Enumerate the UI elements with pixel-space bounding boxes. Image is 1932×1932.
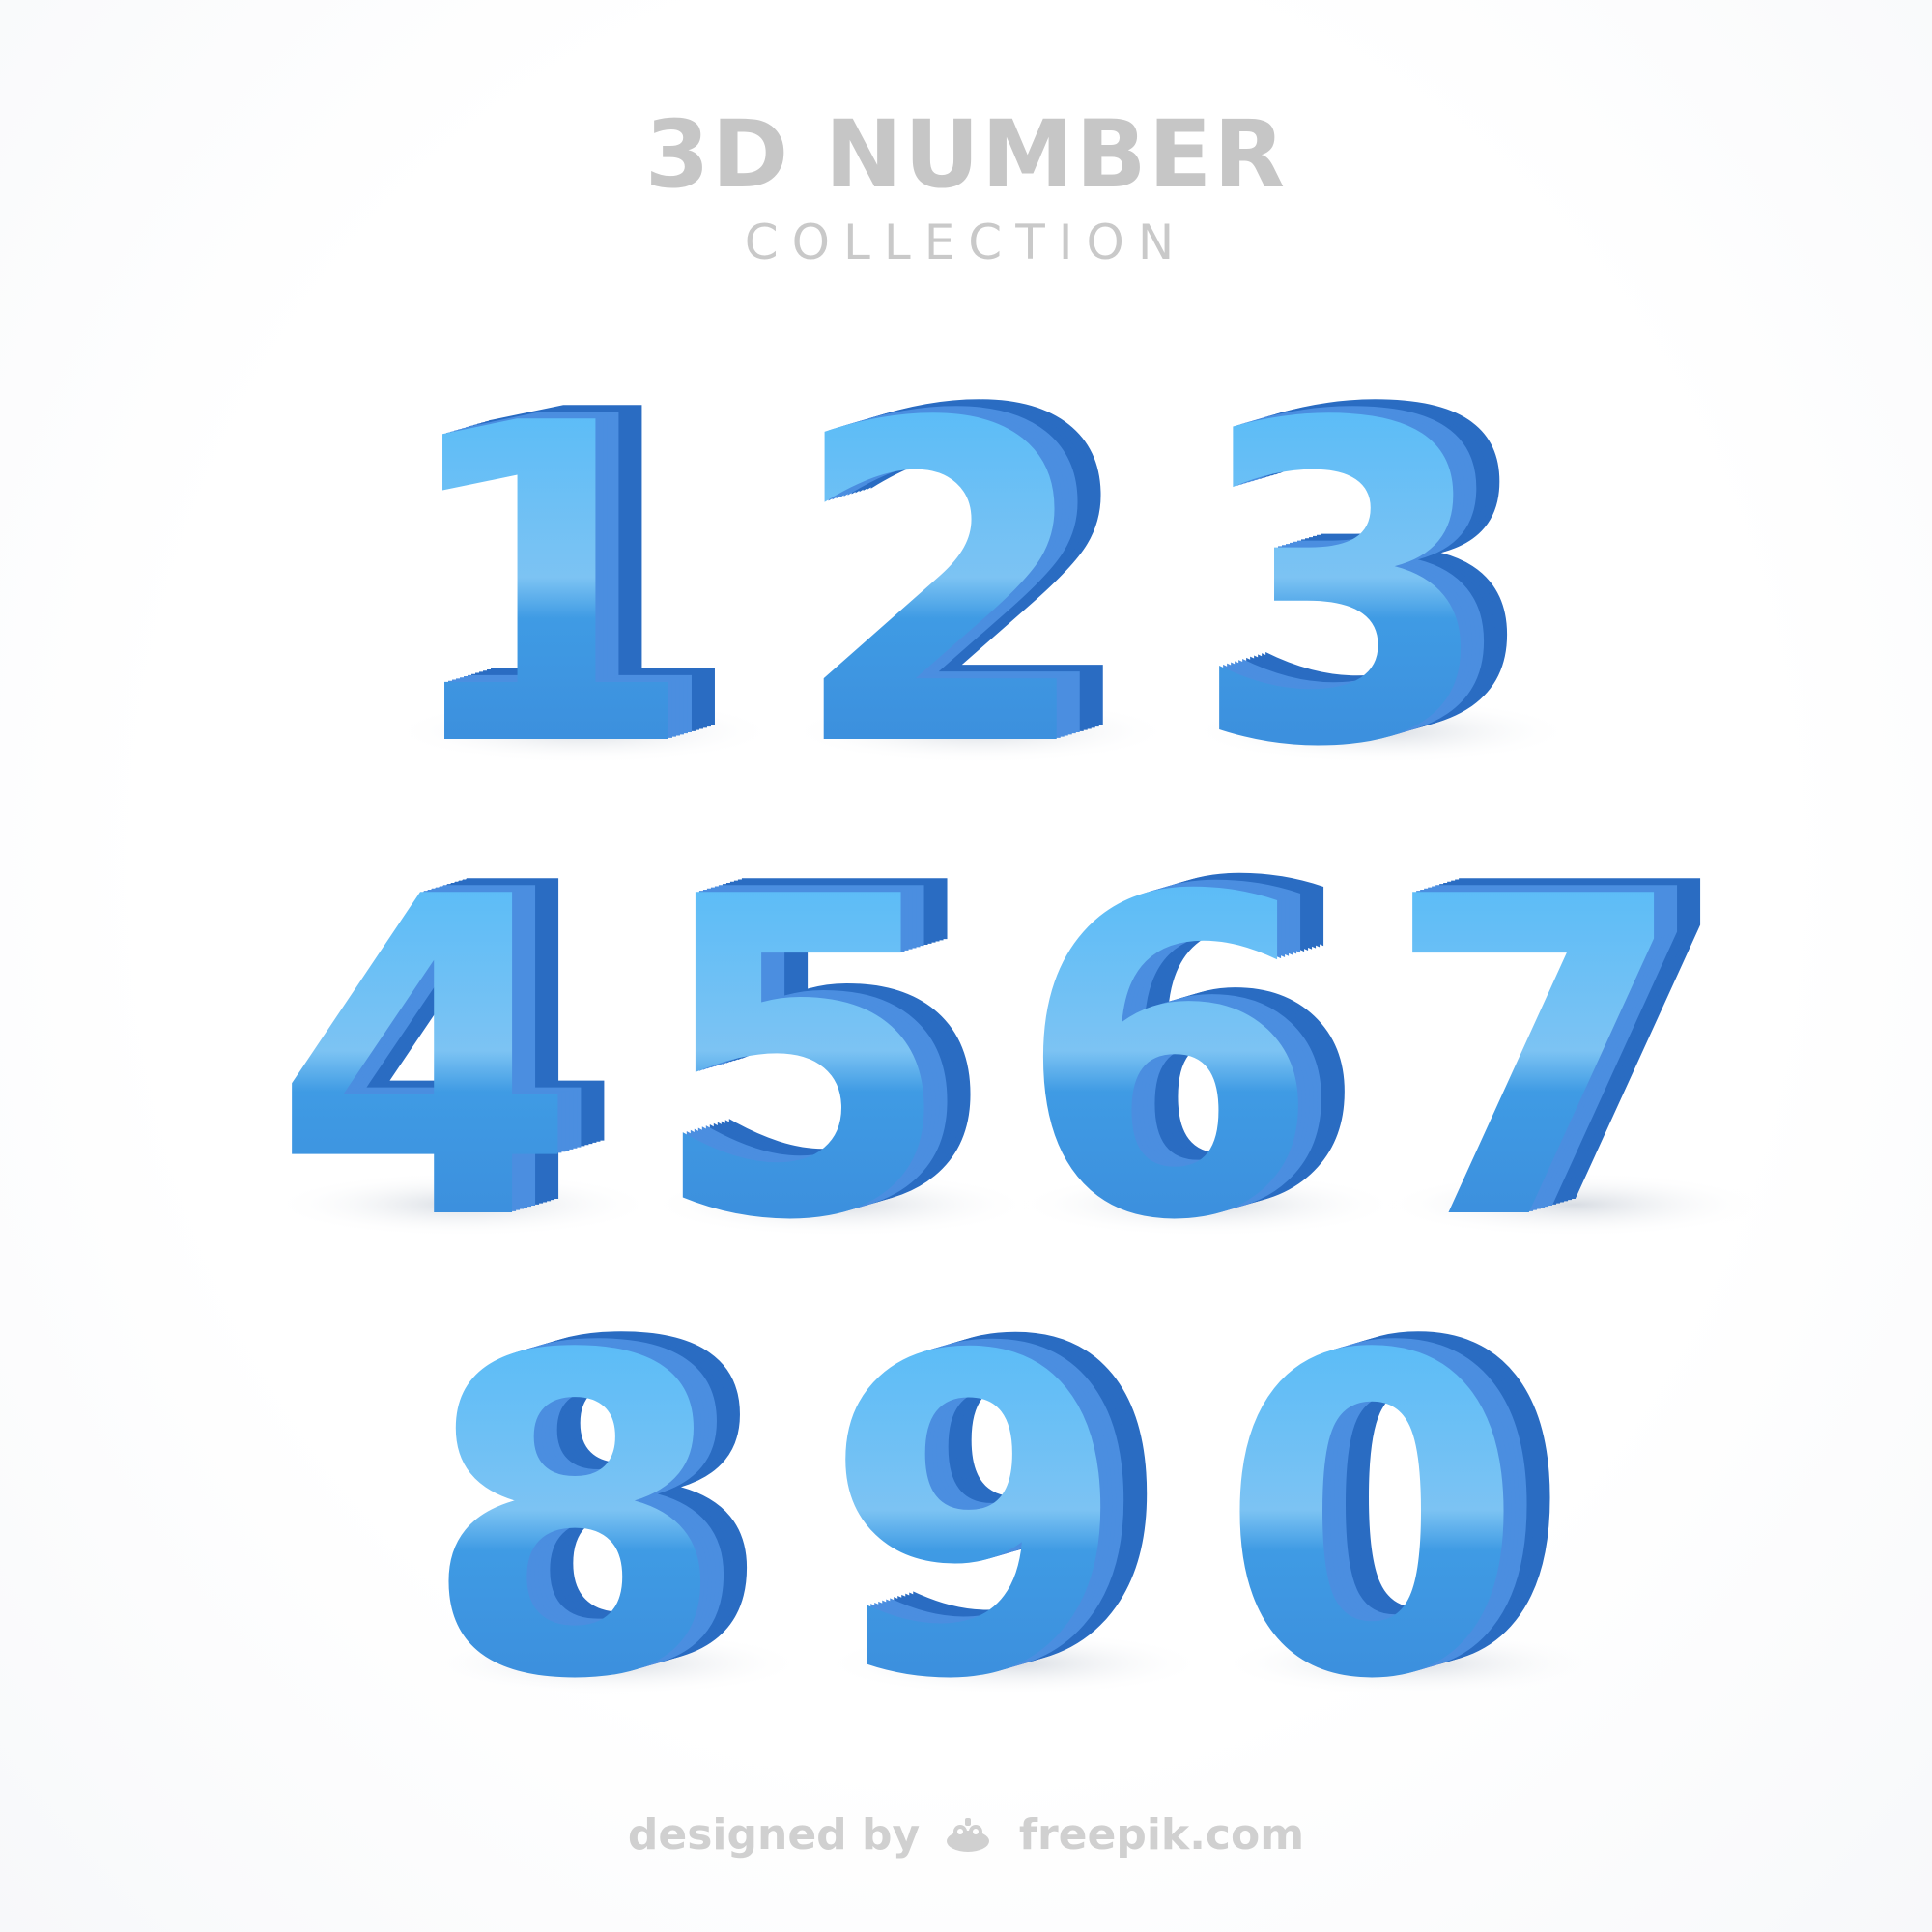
digit-collection: 1111111111111 2222222222222 3333333333333 4… (270, 319, 1768, 1776)
digit-face: 7 (1383, 806, 1690, 1317)
digit-3: 3333333333333 (1188, 319, 1575, 843)
digit-face: 6 (1016, 806, 1322, 1317)
credit-line: designed by freepik.com (0, 1814, 1932, 1857)
digit-6: 6666666666666 (1014, 792, 1401, 1317)
digit-0: 0000000000000 (1217, 1251, 1604, 1776)
digit-1: 1111111111111 (391, 319, 778, 843)
digit-2: 2222222222222 (787, 319, 1174, 843)
artwork-canvas: 3D NUMBER COLLECTION 1111111111111222222… (0, 0, 1932, 1932)
freepik-logo-icon (946, 1818, 989, 1852)
digit-face: 9 (823, 1264, 1129, 1776)
digit-face: 4 (272, 806, 579, 1317)
digit-face: 2 (789, 332, 1095, 843)
digit-face: 5 (649, 806, 955, 1317)
digit-face: 0 (1219, 1264, 1525, 1776)
digit-7: 7777777777777 (1381, 792, 1768, 1317)
designed-by-label: designed by (627, 1810, 921, 1860)
digit-9: 9999999999999 (821, 1251, 1208, 1776)
digit-4: 4444444444444 (270, 792, 657, 1317)
freepik-brand-link[interactable]: freepik.com (1019, 1810, 1304, 1860)
digit-8: 8888888888888 (420, 1251, 807, 1776)
digit-5: 5555555555555 (647, 792, 1034, 1317)
digit-face: 3 (1190, 332, 1496, 843)
digit-face: 1 (393, 332, 699, 843)
digit-face: 8 (422, 1264, 728, 1776)
